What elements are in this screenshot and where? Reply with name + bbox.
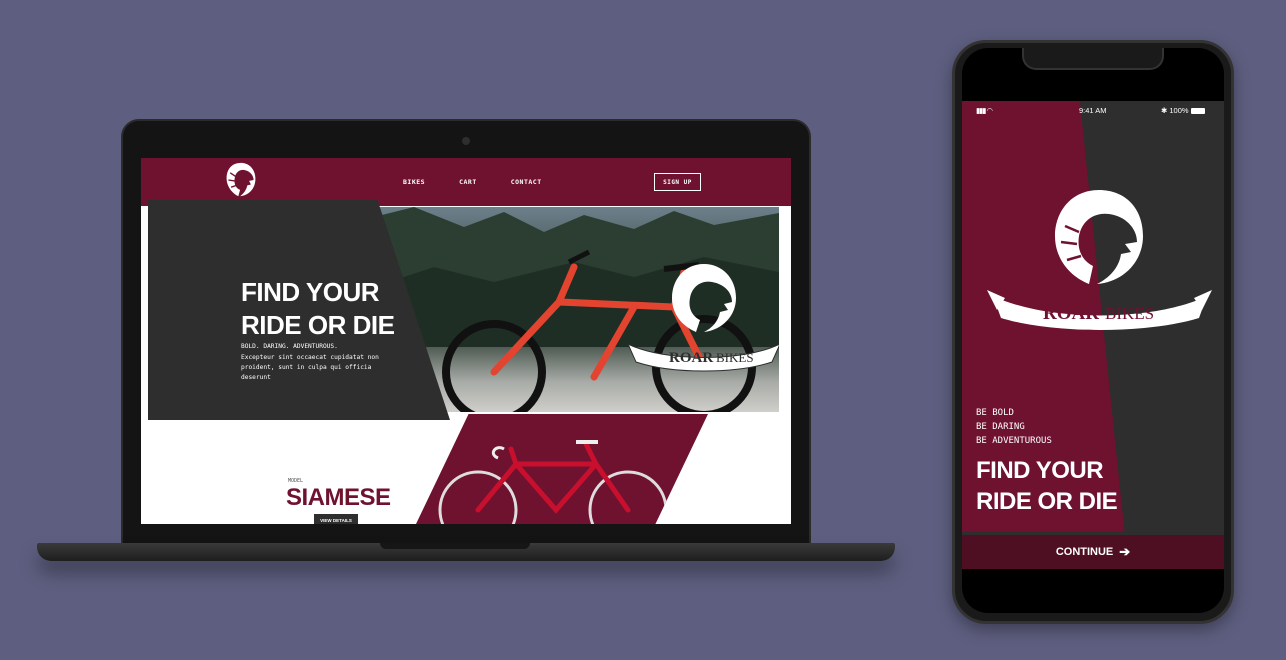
bluetooth-icon: ✱ bbox=[1161, 106, 1168, 115]
logo-word-roar: ROAR bbox=[1043, 303, 1099, 324]
status-time: 9:41 AM bbox=[1079, 106, 1107, 115]
signup-button[interactable]: SIGN UP bbox=[654, 173, 701, 191]
hero-tagline: BOLD. DARING. ADVENTUROUS. bbox=[241, 343, 338, 350]
hero-title-line2: RIDE OR DIE bbox=[241, 310, 395, 340]
logo-word-bikes: BIKES bbox=[1105, 304, 1154, 323]
nav-contact[interactable]: CONTACT bbox=[511, 178, 542, 186]
wifi-icon: ◠ bbox=[986, 106, 993, 115]
mobile-title-line2: RIDE OR DIE bbox=[976, 488, 1118, 515]
mobile-title: FIND YOUR RIDE OR DIE bbox=[976, 455, 1118, 517]
lion-logo-icon: ROAR BIKES bbox=[987, 190, 1212, 330]
badge-word-bikes: BIKES bbox=[716, 350, 754, 365]
camera-icon bbox=[462, 137, 470, 145]
slogan-line3: BE ADVENTUROUS bbox=[976, 436, 1052, 446]
view-details-button[interactable]: VIEW DETAILS bbox=[314, 514, 358, 524]
laptop-trackpad-notch bbox=[380, 543, 530, 549]
product-band bbox=[416, 414, 708, 524]
battery-icon bbox=[1190, 108, 1205, 115]
site-header: BIKES CART CONTACT SIGN UP bbox=[141, 158, 791, 206]
signal-icon: ▮▮▮ ◠ bbox=[976, 106, 993, 115]
mobile-app: ▮▮▮ ◠ 9:41 AM ✱ 100% ROAR BIKES BE BOLD … bbox=[962, 101, 1224, 569]
roar-bikes-badge: ROAR BIKES bbox=[626, 264, 779, 372]
arrow-right-icon: ➔ bbox=[1119, 544, 1131, 559]
slogan: BE BOLD BE DARING BE ADVENTUROUS bbox=[976, 406, 1052, 448]
badge-word-roar: ROAR bbox=[669, 350, 713, 366]
model-name: SIAMESE bbox=[286, 484, 391, 511]
hero-title-line1: FIND YOUR bbox=[241, 277, 380, 307]
slogan-line1: BE BOLD bbox=[976, 408, 1014, 418]
status-bar: ▮▮▮ ◠ 9:41 AM ✱ 100% bbox=[962, 106, 1224, 118]
road-bike-illustration bbox=[438, 440, 668, 524]
hero-title: FIND YOUR RIDE OR DIE bbox=[241, 276, 395, 342]
slogan-line2: BE DARING bbox=[976, 422, 1025, 432]
continue-button[interactable]: CONTINUE ➔ bbox=[962, 535, 1224, 569]
continue-label: CONTINUE bbox=[1055, 546, 1114, 558]
hero-body: Excepteur sint occaecat cupidatat non pr… bbox=[241, 354, 379, 381]
nav-cart[interactable]: CART bbox=[459, 178, 477, 186]
nav-bikes[interactable]: BIKES bbox=[403, 178, 425, 186]
desktop-screen: BIKES CART CONTACT SIGN UP ROAR BIKES FI… bbox=[141, 158, 791, 524]
battery-percent: 100% bbox=[1169, 106, 1189, 115]
main-nav: BIKES CART CONTACT bbox=[403, 178, 542, 186]
phone-notch bbox=[1022, 48, 1164, 70]
battery-status: ✱ 100% bbox=[1161, 106, 1205, 115]
lion-logo-icon[interactable] bbox=[223, 160, 259, 200]
mobile-title-line1: FIND YOUR bbox=[976, 457, 1104, 484]
